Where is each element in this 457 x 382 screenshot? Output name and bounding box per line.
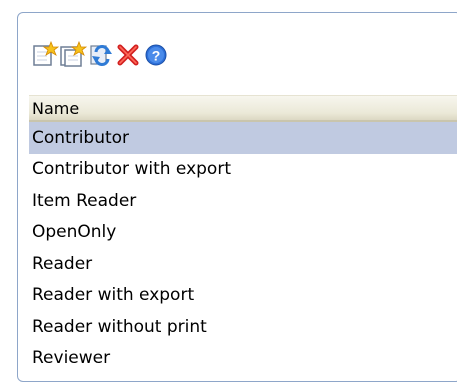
help-button[interactable]: ? — [143, 38, 171, 70]
column-header-name[interactable]: Name — [29, 95, 457, 122]
list-item[interactable]: Contributor with export — [29, 154, 457, 186]
column-header-label: Name — [32, 98, 80, 118]
delete-icon — [117, 44, 139, 66]
list-item[interactable]: Item Reader — [29, 185, 457, 217]
list-item[interactable]: OpenOnly — [29, 217, 457, 249]
svg-text:?: ? — [152, 48, 161, 64]
list-item[interactable]: Reader — [29, 248, 457, 280]
copy-button[interactable] — [59, 38, 87, 70]
list-item-label: Reviewer — [32, 348, 111, 369]
roles-list: Name Contributor Contributor with export… — [29, 95, 457, 374]
list-item-label: Reader with export — [32, 285, 195, 306]
new-item-icon — [33, 40, 59, 66]
list-item[interactable]: Reviewer — [29, 343, 457, 375]
list-item-label: Contributor with export — [32, 159, 231, 180]
help-icon: ? — [145, 44, 167, 66]
list-item-label: Reader — [32, 253, 93, 274]
new-button[interactable] — [31, 38, 59, 70]
list-item-label: OpenOnly — [32, 222, 117, 243]
list-item-label: Reader without print — [32, 316, 207, 337]
list-item[interactable]: Contributor — [29, 122, 457, 154]
refresh-button[interactable] — [87, 38, 115, 70]
list-item-label: Contributor — [32, 127, 130, 148]
list-item[interactable]: Reader with export — [29, 280, 457, 312]
copy-item-icon — [60, 40, 87, 67]
list-item-label: Item Reader — [32, 190, 137, 211]
list-item[interactable]: Reader without print — [29, 311, 457, 343]
delete-button[interactable] — [115, 38, 143, 70]
refresh-icon — [90, 45, 112, 66]
toolbar: ? — [31, 38, 171, 70]
